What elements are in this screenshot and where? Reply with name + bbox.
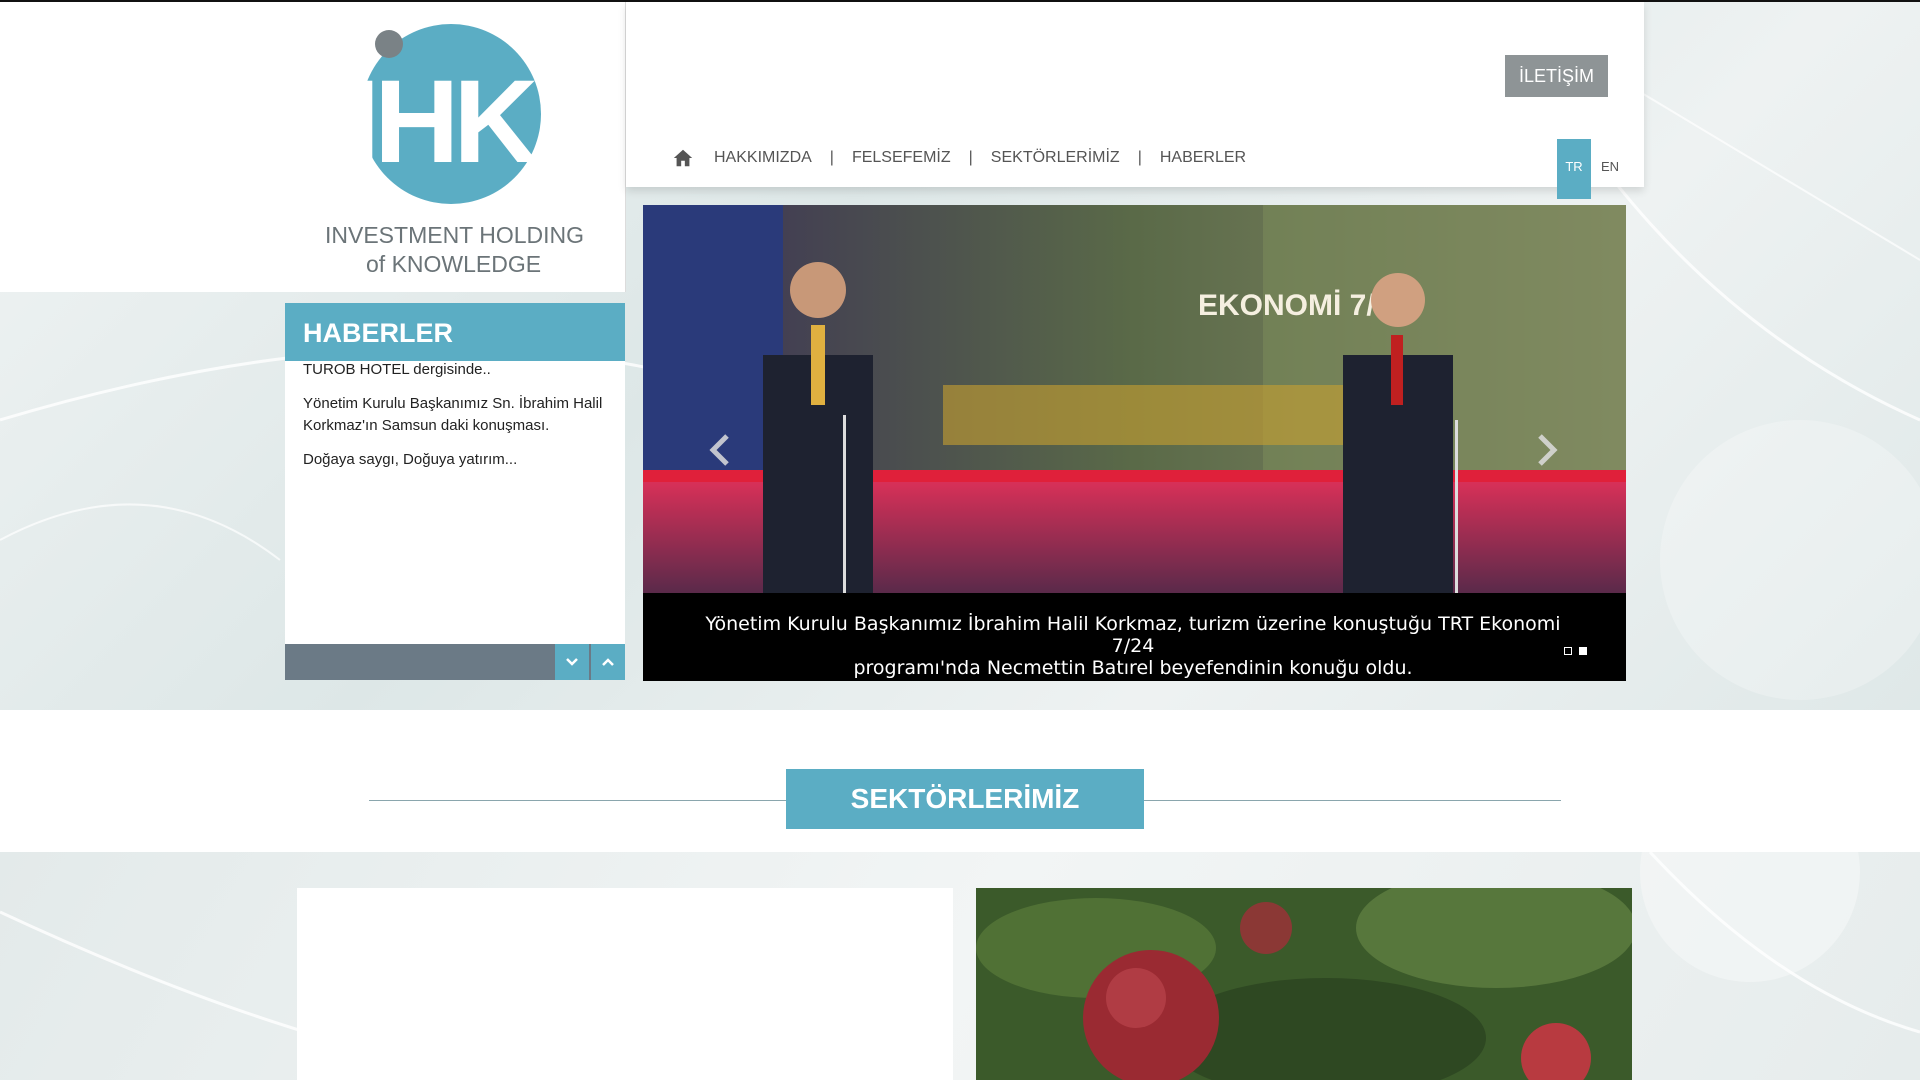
slide-caption-line2: programı'nda Necmettin Batırel beyefendi… — [853, 657, 1413, 679]
nav-separator: | — [1137, 149, 1142, 166]
pomegranate-image — [976, 888, 1632, 1080]
chevron-up-icon — [602, 658, 614, 666]
hero-slider: EKONOMİ 7/24 Yönetim Kurulu Başkanımız İ… — [643, 205, 1626, 681]
logo-area[interactable]: IHK INVESTMENT HOLDING of KNOWLEDGE — [0, 2, 626, 292]
slider-dot-1[interactable] — [1564, 647, 1572, 655]
sector-card[interactable] — [297, 888, 953, 1080]
nav-item-felsefemiz[interactable]: FELSEFEMİZ — [852, 149, 951, 167]
news-title: HABERLER — [303, 318, 454, 348]
news-list: TUROB HOTEL dergisinde.. Yönetim Kurulu … — [303, 361, 615, 483]
contact-button[interactable]: İLETİŞİM — [1505, 55, 1608, 97]
sector-card-image[interactable] — [976, 888, 1632, 1080]
home-icon[interactable] — [672, 147, 694, 169]
lang-tr-button[interactable]: TR — [1557, 139, 1591, 199]
slider-dot-2[interactable] — [1579, 647, 1587, 655]
news-scroll-up-button[interactable] — [591, 644, 625, 680]
main-nav: HAKKIMIZDA | FELSEFEMİZ | SEKTÖRLERİMİZ … — [672, 147, 1246, 169]
slide-caption-bar: Yönetim Kurulu Başkanımız İbrahim Halil … — [643, 593, 1626, 681]
slide-caption: Yönetim Kurulu Başkanımız İbrahim Halil … — [703, 613, 1563, 679]
sectors-background — [0, 852, 1920, 1080]
nav-item-sektorlerimiz[interactable]: SEKTÖRLERİMİZ — [991, 149, 1120, 167]
svg-text:IHK: IHK — [347, 56, 538, 188]
sectors-title: SEKTÖRLERİMİZ — [786, 769, 1144, 829]
chevron-down-icon — [566, 658, 578, 666]
brand-name-line1: INVESTMENT HOLDING — [325, 222, 584, 248]
news-item[interactable]: Yönetim Kurulu Başkanımız Sn. İbrahim Ha… — [303, 393, 615, 437]
lang-en-button[interactable]: EN — [1593, 139, 1627, 189]
news-scroll-down-button[interactable] — [555, 644, 589, 680]
news-header: HABERLER — [285, 303, 625, 361]
header: İLETİŞİM HAKKIMIZDA | FELSEFEMİZ | SEKTÖ… — [626, 2, 1644, 199]
nav-separator: | — [829, 149, 834, 166]
news-panel: HABERLER TUROB HOTEL dergisinde.. Yöneti… — [285, 303, 625, 680]
news-item[interactable]: TUROB HOTEL dergisinde.. — [303, 359, 615, 381]
brand-name-line2: of KNOWLEDGE — [366, 251, 542, 277]
slide-caption-line1: Yönetim Kurulu Başkanımız İbrahim Halil … — [705, 613, 1561, 657]
nav-separator: | — [968, 149, 973, 166]
slide-image: EKONOMİ 7/24 — [643, 205, 1626, 593]
slider-next-arrow-icon[interactable] — [1532, 430, 1562, 470]
news-item[interactable]: Doğaya saygı, Doğuya yatırım... — [303, 449, 615, 471]
nav-item-hakkimizda[interactable]: HAKKIMIZDA — [714, 149, 812, 167]
slider-prev-arrow-icon[interactable] — [705, 430, 735, 470]
nav-item-haberler[interactable]: HABERLER — [1160, 149, 1246, 167]
